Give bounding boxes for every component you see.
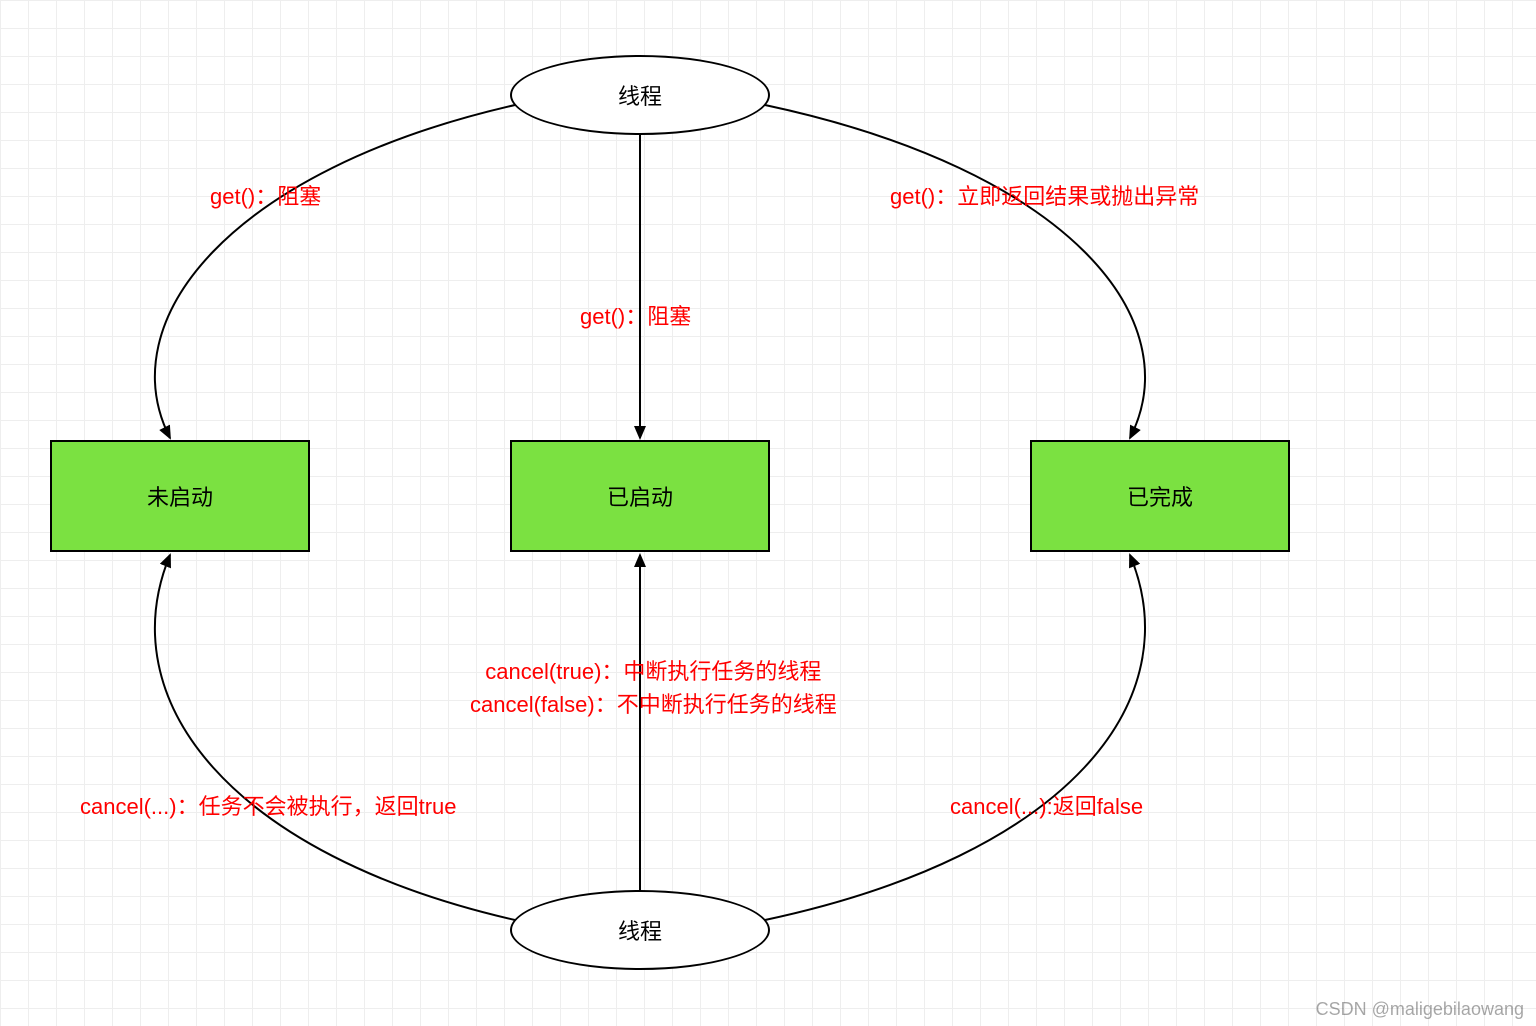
edge-top-to-right <box>765 105 1145 438</box>
edge-bottom-to-right <box>765 555 1145 920</box>
node-state-completed: 已完成 <box>1030 440 1290 552</box>
label-top-middle: get()：阻塞 <box>580 300 691 333</box>
node-thread-top-label: 线程 <box>618 79 662 111</box>
node-thread-top: 线程 <box>510 55 770 135</box>
edge-bottom-to-left <box>155 555 515 920</box>
node-state-started-label: 已启动 <box>607 480 673 512</box>
watermark: CSDN @maligebilaowang <box>1316 999 1524 1020</box>
node-state-not-started-label: 未启动 <box>147 480 213 512</box>
label-bottom-left: cancel(...)：任务不会被执行，返回true <box>80 790 457 823</box>
label-top-left: get()：阻塞 <box>210 180 321 213</box>
node-state-not-started: 未启动 <box>50 440 310 552</box>
label-bottom-middle: cancel(true)：中断执行任务的线程 cancel(false)：不中断… <box>470 655 837 721</box>
node-state-started: 已启动 <box>510 440 770 552</box>
label-bottom-right: cancel(...):返回false <box>950 790 1143 823</box>
label-top-right: get()：立即返回结果或抛出异常 <box>890 180 1199 213</box>
node-thread-bottom-label: 线程 <box>618 914 662 946</box>
node-state-completed-label: 已完成 <box>1127 480 1193 512</box>
node-thread-bottom: 线程 <box>510 890 770 970</box>
edge-top-to-left <box>155 105 515 438</box>
